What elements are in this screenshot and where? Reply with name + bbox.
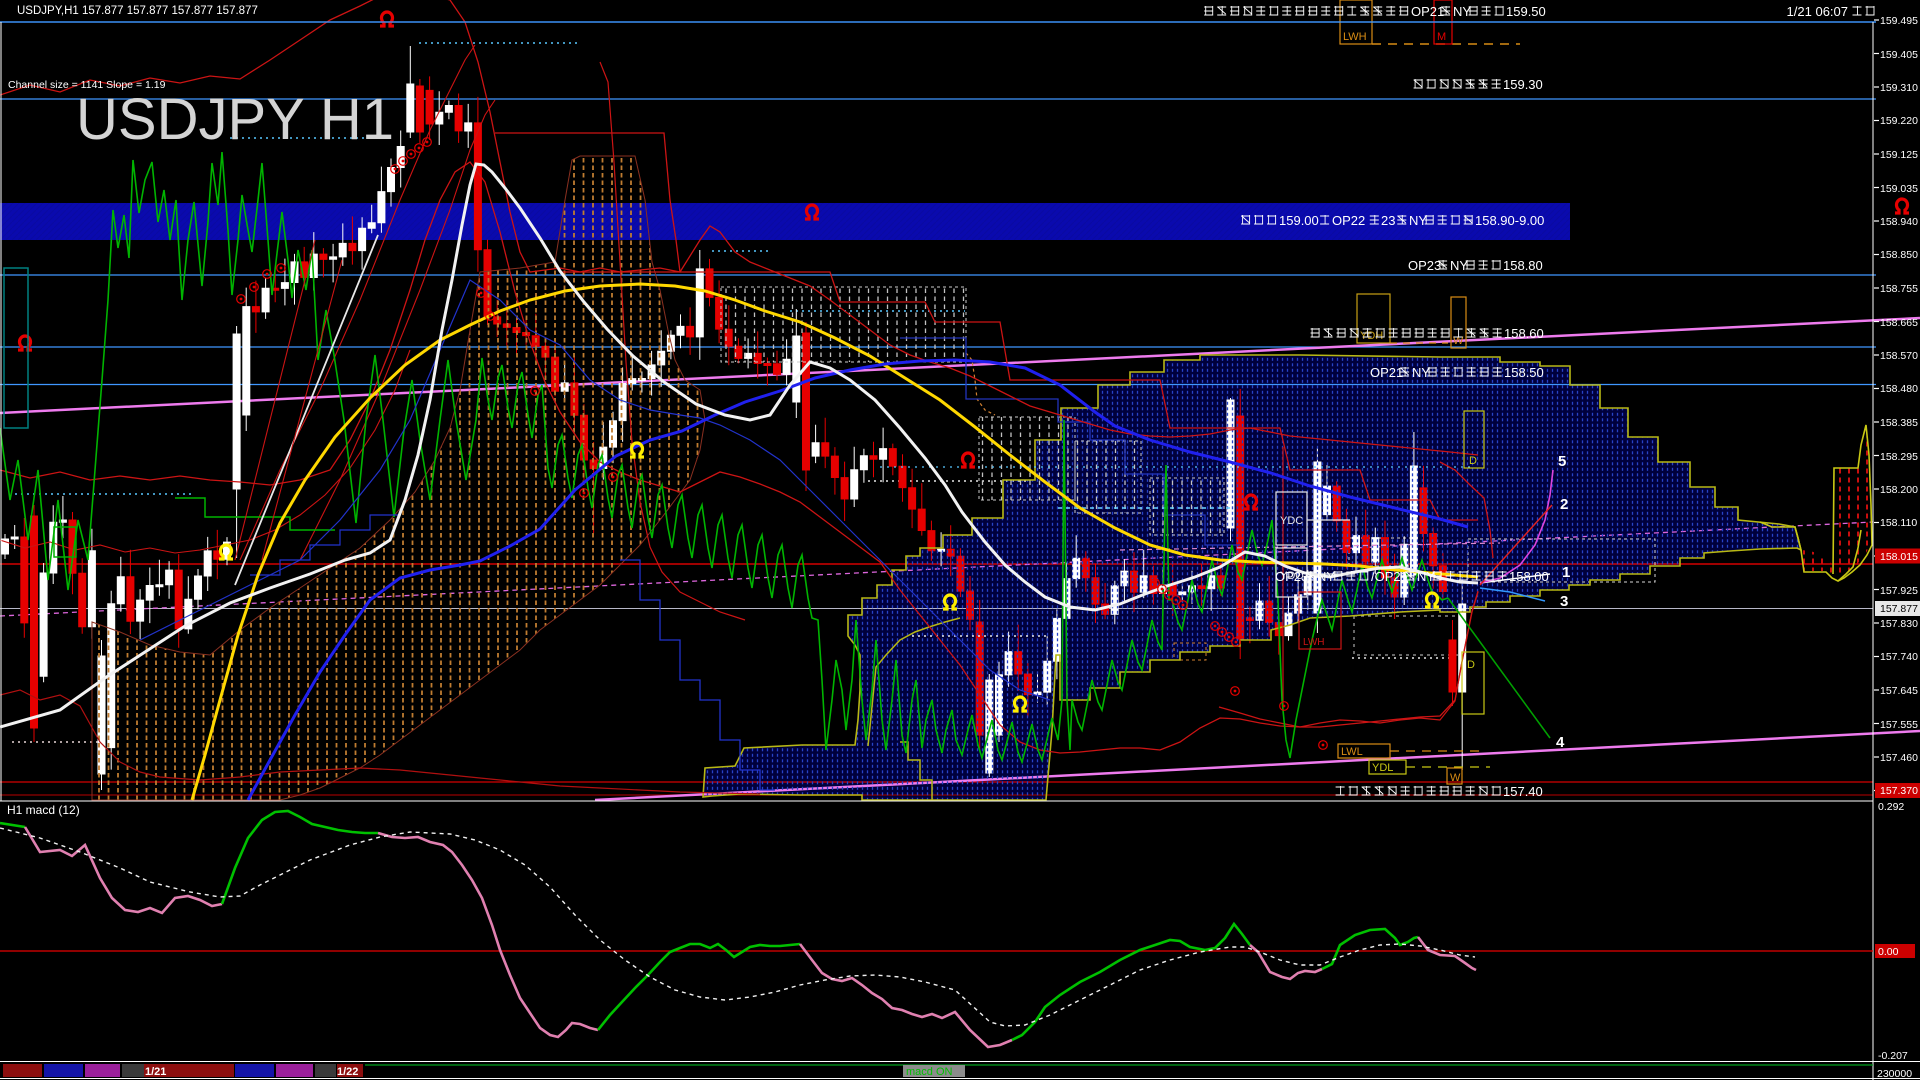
svg-text:OP23: OP23 [1275,569,1308,584]
svg-text:3: 3 [1560,593,1568,610]
svg-text:W: W [1450,772,1461,784]
svg-text:159.405: 159.405 [1880,49,1918,61]
svg-text:159.30: 159.30 [1503,77,1543,92]
svg-text:158.480: 158.480 [1880,383,1918,395]
svg-text:157.645: 157.645 [1880,685,1918,697]
svg-text:158.665: 158.665 [1880,317,1918,329]
svg-text:USDJPY H1: USDJPY H1 [76,87,394,152]
svg-text:LWH: LWH [1343,31,1367,43]
svg-text:YDL: YDL [1372,762,1393,774]
svg-text:1/22: 1/22 [337,1066,358,1078]
svg-text:0.00: 0.00 [1878,946,1899,958]
svg-text:H1 macd (12): H1 macd (12) [7,803,80,817]
svg-text:NY: NY [1409,213,1427,228]
svg-text:-0.207: -0.207 [1878,1050,1908,1062]
svg-text:230000: 230000 [1877,1068,1912,1080]
svg-text:158.110: 158.110 [1880,517,1917,529]
svg-text:159.220: 159.220 [1880,115,1918,127]
svg-text:158.60: 158.60 [1504,326,1544,341]
svg-text:159.495: 159.495 [1880,15,1918,27]
svg-text:158.755: 158.755 [1880,283,1918,295]
svg-text:158.90-9.00: 158.90-9.00 [1475,213,1544,228]
svg-text:LWL: LWL [1341,746,1363,758]
svg-text:157.40: 157.40 [1503,784,1543,799]
svg-text:YDH: YDH [1360,330,1383,342]
svg-text:OP21: OP21 [1370,365,1403,380]
svg-text:YDC: YDC [1280,515,1303,527]
svg-text:NY: NY [1412,365,1430,380]
svg-text:159.035: 159.035 [1880,183,1918,195]
svg-text:OP23: OP23 [1408,258,1441,273]
svg-text:NY: NY [1450,258,1468,273]
svg-text:LWH: LWH [1303,637,1324,648]
svg-text:1/21: 1/21 [145,1066,166,1078]
svg-text:159.310: 159.310 [1880,82,1918,94]
svg-text:NY: NY [1417,569,1435,584]
svg-text:157.460: 157.460 [1880,752,1918,764]
svg-text:macd ON: macd ON [906,1066,953,1078]
svg-text:1: 1 [1562,564,1570,581]
svg-text:157.370: 157.370 [1880,785,1918,797]
svg-text:23: 23 [1381,213,1395,228]
svg-text:157.830: 157.830 [1880,618,1918,630]
svg-text:USDJPY,H1 157.877 157.877 157: USDJPY,H1 157.877 157.877 157.877 157.87… [17,5,258,17]
svg-text:NY: NY [1453,4,1471,19]
svg-text:158.015: 158.015 [1880,551,1918,563]
svg-text:158.940: 158.940 [1880,216,1918,228]
svg-text:157.925: 157.925 [1880,585,1918,597]
svg-text:NY: NY [1317,569,1335,584]
svg-text:159.00: 159.00 [1279,213,1319,228]
svg-text:158.00: 158.00 [1509,569,1549,584]
svg-text:159.125: 159.125 [1880,149,1918,161]
svg-text:/OP21: /OP21 [1371,569,1408,584]
svg-text:2: 2 [1560,496,1568,513]
svg-text:D: D [1467,659,1475,671]
svg-text:157.740: 157.740 [1880,651,1918,663]
svg-text:158.295: 158.295 [1880,451,1918,463]
svg-text:158.850: 158.850 [1880,249,1918,261]
svg-text:158.80: 158.80 [1503,258,1543,273]
svg-text:158.200: 158.200 [1880,484,1918,496]
svg-text:5: 5 [1558,453,1566,470]
svg-text:OP22: OP22 [1332,213,1365,228]
svg-text:M: M [1437,31,1446,43]
svg-text:1/21 06:07: 1/21 06:07 [1787,4,1848,19]
svg-text:OP21: OP21 [1411,4,1444,19]
svg-text:157.877: 157.877 [1880,603,1918,615]
svg-text:158.385: 158.385 [1880,417,1918,429]
svg-text:D: D [1469,455,1477,467]
svg-text:158.570: 158.570 [1880,350,1918,362]
svg-text:159.50: 159.50 [1506,4,1546,19]
svg-text:4: 4 [1556,734,1565,751]
svg-text:158.50: 158.50 [1504,365,1544,380]
svg-text:0.292: 0.292 [1878,801,1904,813]
svg-text:157.555: 157.555 [1880,719,1918,731]
